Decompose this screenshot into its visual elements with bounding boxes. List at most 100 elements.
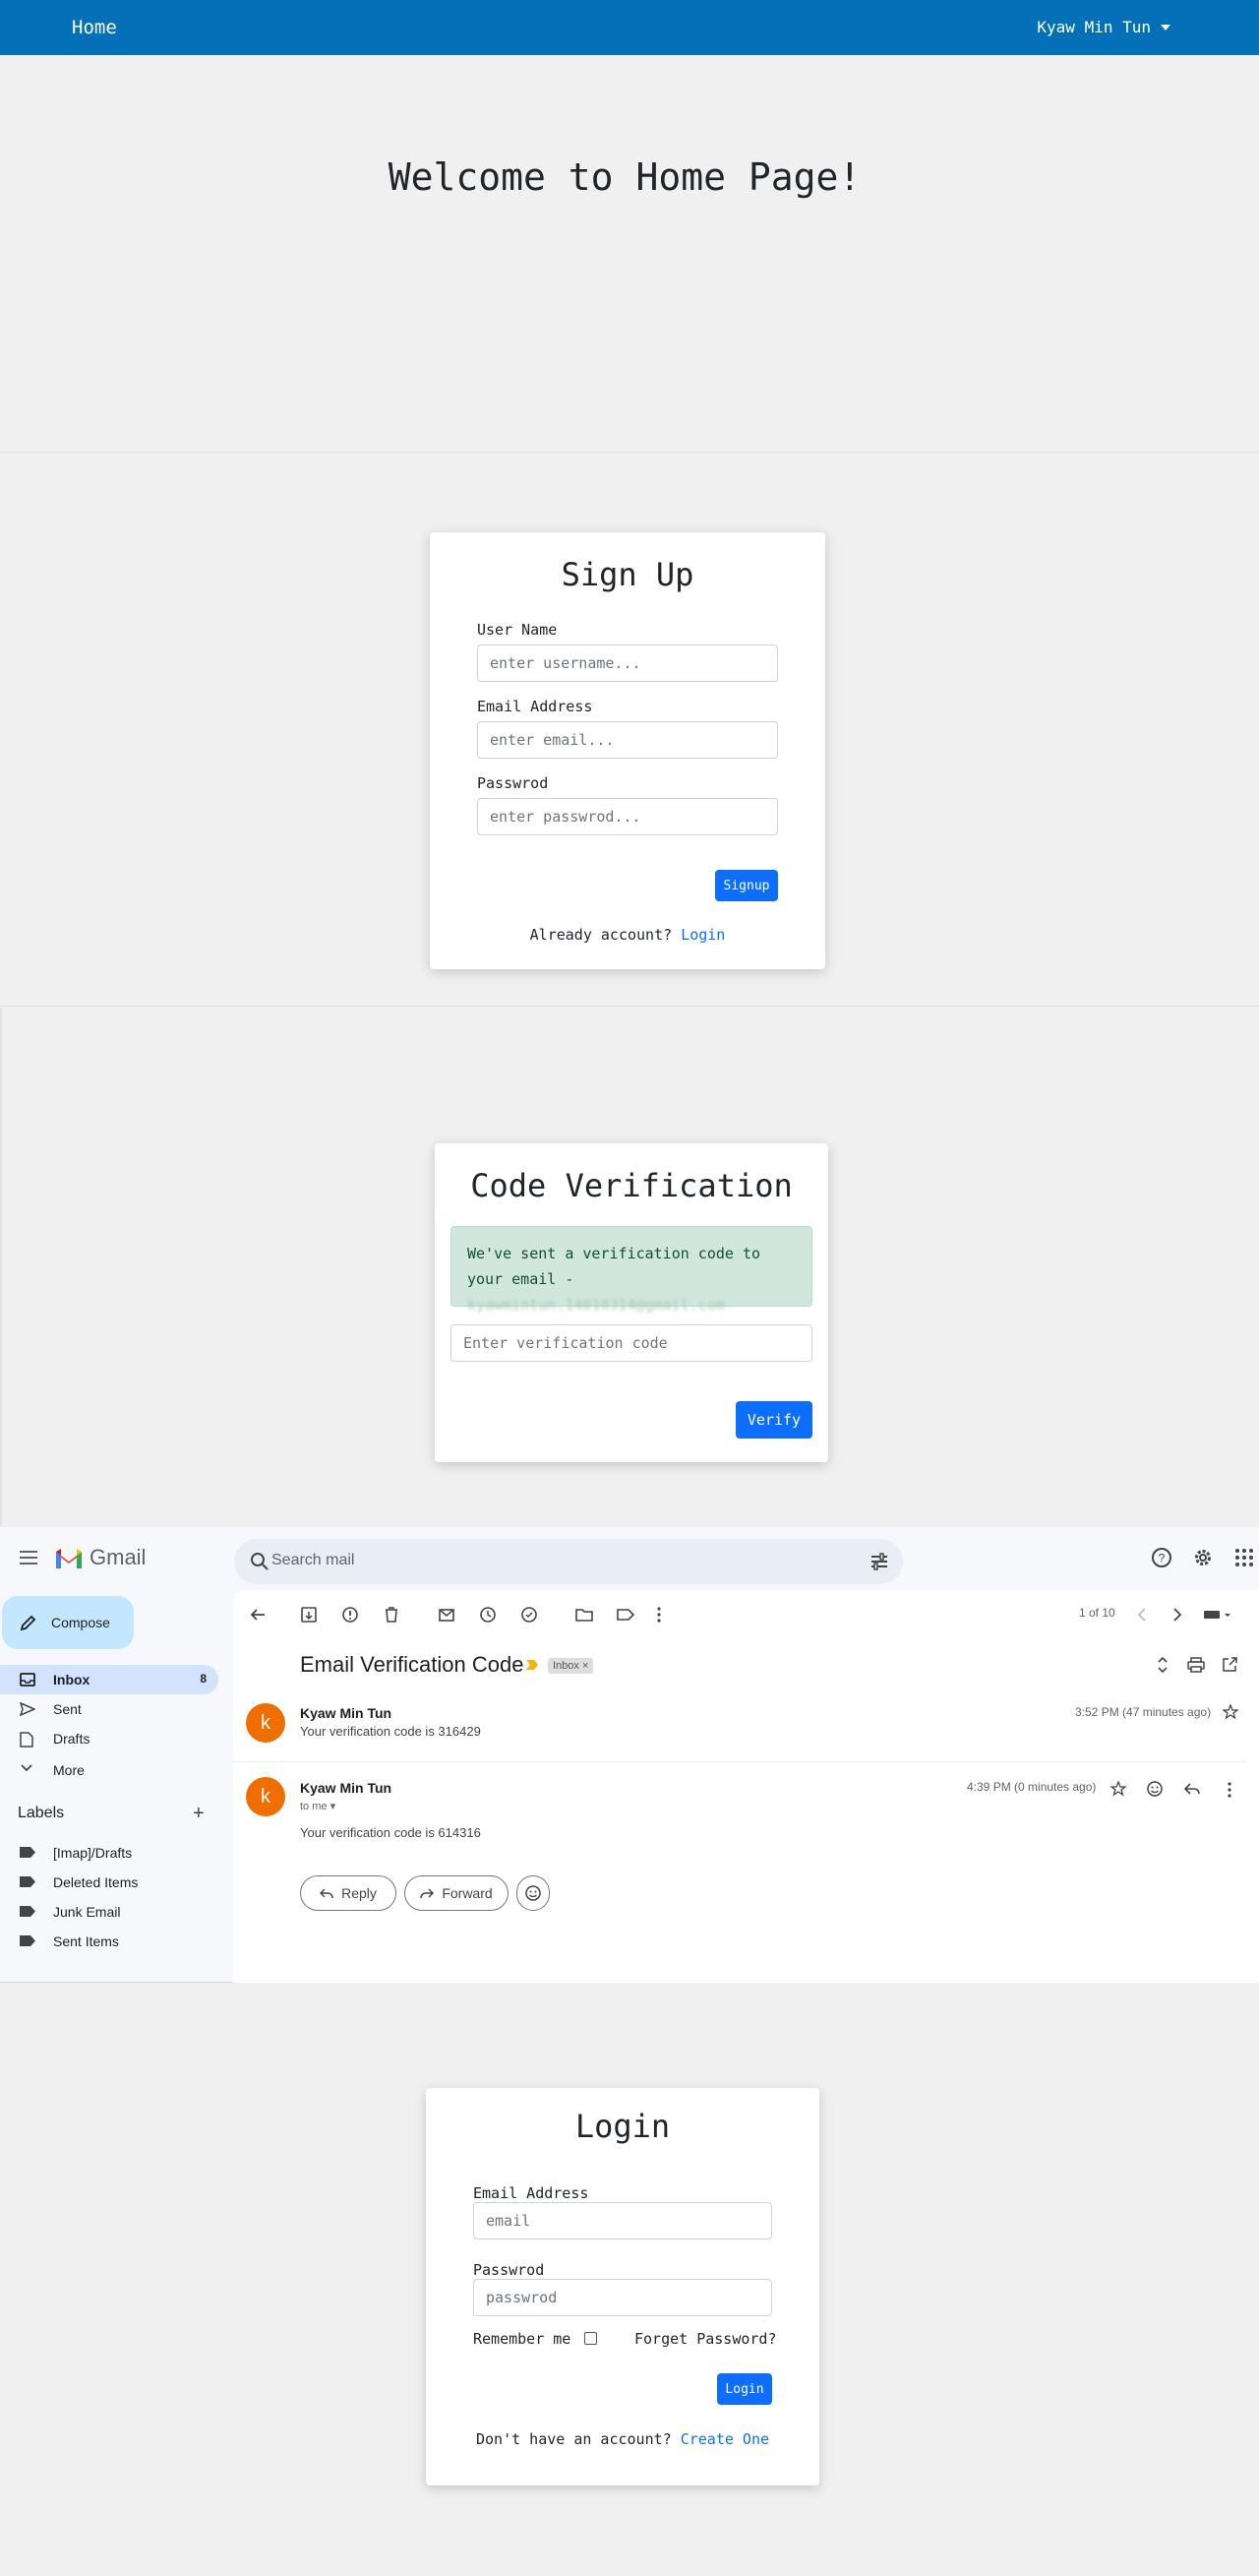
forward-icon	[420, 1888, 435, 1899]
label-item[interactable]: Deleted Items	[0, 1870, 218, 1895]
signup-title: Sign Up	[561, 556, 694, 593]
search-options-icon[interactable]	[869, 1552, 889, 1571]
signup-section: Sign Up User Name Email Address Passwrod…	[0, 454, 1259, 1007]
sidebar-item-sent[interactable]: Sent	[0, 1694, 218, 1724]
message-time: 3:52 PM (47 minutes ago)	[1075, 1705, 1212, 1719]
label-item[interactable]: Sent Items	[0, 1929, 218, 1954]
login-section: Login Email Address Passwrod Remember me…	[0, 1984, 1259, 2576]
welcome-heading: Welcome to Home Page!	[388, 155, 862, 199]
chip-close-icon[interactable]: ×	[582, 1660, 588, 1672]
compose-button[interactable]: Compose	[2, 1596, 134, 1649]
label-name: Sent Items	[53, 1933, 119, 1949]
print-icon[interactable]	[1187, 1656, 1205, 1674]
remember-me-checkbox[interactable]	[584, 2332, 597, 2345]
help-icon[interactable]: ?	[1151, 1547, 1172, 1568]
move-to-folder-icon[interactable]	[575, 1606, 593, 1624]
keyboard-input-icon[interactable]	[1203, 1606, 1232, 1624]
label-icon[interactable]	[617, 1606, 634, 1624]
star-icon[interactable]	[1223, 1704, 1238, 1720]
verification-code-input[interactable]	[450, 1324, 812, 1362]
gmail-section: Gmail Search mail ? Compose Inbox 8 Sent…	[0, 1527, 1259, 1983]
label-item[interactable]: [Imap]/Drafts	[0, 1840, 218, 1866]
user-menu-dropdown[interactable]: Kyaw Min Tun	[1037, 18, 1170, 36]
message-body: Your verification code is 614316	[300, 1825, 481, 1840]
reply-button[interactable]: Reply	[300, 1875, 396, 1911]
sidebar-item-label: Sent	[53, 1701, 82, 1717]
search-bar[interactable]: Search mail	[234, 1539, 903, 1584]
settings-gear-icon[interactable]	[1192, 1547, 1214, 1568]
sidebar-item-drafts[interactable]: Drafts	[0, 1724, 218, 1753]
forward-button[interactable]: Forward	[404, 1875, 509, 1911]
chevron-right-icon[interactable]	[1171, 1606, 1183, 1624]
gmail-logo[interactable]: Gmail	[54, 1545, 146, 1570]
message-snippet[interactable]: Your verification code is 316429	[300, 1724, 481, 1739]
navbar-brand[interactable]: Home	[72, 17, 117, 38]
avatar[interactable]: k	[246, 1777, 285, 1816]
login-link[interactable]: Login	[681, 926, 725, 944]
message-sender[interactable]: Kyaw Min Tun	[300, 1780, 391, 1796]
create-account-link[interactable]: Create One	[681, 2430, 769, 2448]
caret-down-icon: ▾	[330, 1801, 336, 1812]
sidebar-item-more[interactable]: More	[0, 1755, 218, 1785]
open-new-window-icon[interactable]	[1221, 1656, 1238, 1674]
password-label: Passwrod	[477, 774, 549, 792]
avatar[interactable]: k	[246, 1703, 285, 1743]
star-icon[interactable]	[1110, 1781, 1126, 1797]
labels-heading: Labels	[18, 1805, 65, 1821]
verify-section: Code Verification We've sent a verificat…	[0, 1008, 1259, 1526]
login-button[interactable]: Login	[717, 2373, 772, 2405]
email-input[interactable]	[473, 2202, 772, 2239]
email-subject: Email Verification Code	[300, 1652, 524, 1677]
message-sender[interactable]: Kyaw Min Tun	[300, 1705, 391, 1721]
username-input[interactable]	[477, 644, 778, 682]
back-arrow-icon[interactable]	[249, 1606, 267, 1624]
mark-unread-icon[interactable]	[438, 1606, 455, 1624]
add-label-icon[interactable]: +	[193, 1803, 205, 1825]
gmail-m-icon	[56, 1549, 82, 1568]
gmail-logo-text: Gmail	[90, 1545, 147, 1569]
reply-label: Reply	[341, 1885, 377, 1901]
message-divider	[233, 1761, 1246, 1762]
login-footer-text: Don't have an account?	[475, 2430, 672, 2448]
email-input[interactable]	[477, 721, 778, 759]
verify-button[interactable]: Verify	[736, 1401, 812, 1439]
delete-icon[interactable]	[383, 1606, 400, 1624]
add-task-icon[interactable]	[520, 1606, 538, 1624]
search-placeholder: Search mail	[271, 1552, 355, 1568]
expand-all-icon[interactable]	[1156, 1655, 1169, 1675]
recipient-details[interactable]: to me ▾	[300, 1800, 335, 1812]
emoji-react-icon[interactable]	[1146, 1780, 1164, 1798]
snooze-clock-icon[interactable]	[479, 1606, 497, 1624]
draft-icon	[20, 1732, 33, 1748]
chevron-left-icon[interactable]	[1136, 1606, 1148, 1624]
label-tag-icon	[20, 1935, 35, 1946]
archive-icon[interactable]	[300, 1606, 318, 1624]
reply-icon	[320, 1888, 333, 1899]
inbox-label-chip[interactable]: Inbox ×	[548, 1658, 594, 1674]
importance-marker-icon[interactable]	[525, 1659, 539, 1671]
main-menu-icon[interactable]	[20, 1551, 37, 1564]
more-vert-icon[interactable]	[1227, 1781, 1232, 1799]
search-icon[interactable]	[250, 1552, 270, 1571]
sidebar-item-inbox[interactable]: Inbox 8	[0, 1665, 218, 1694]
gmail-topbar: Gmail Search mail ?	[0, 1527, 1259, 1590]
unread-count: 8	[200, 1672, 207, 1686]
password-input[interactable]	[473, 2279, 772, 2316]
forgot-password-link[interactable]: Forget Password?	[634, 2330, 777, 2348]
label-name: [Imap]/Drafts	[53, 1845, 133, 1861]
label-item[interactable]: Junk Email	[0, 1899, 218, 1925]
emoji-button[interactable]	[516, 1875, 550, 1911]
user-menu-label: Kyaw Min Tun	[1037, 18, 1151, 36]
alert-email-redacted: kyawmintun.14010314@gmail.com	[467, 1296, 725, 1314]
apps-grid-icon[interactable]	[1233, 1547, 1255, 1568]
pencil-icon	[20, 1615, 36, 1631]
report-spam-icon[interactable]	[341, 1606, 359, 1624]
recipient-text: to me	[300, 1801, 328, 1812]
signup-button[interactable]: Signup	[715, 870, 778, 901]
emoji-icon	[525, 1885, 541, 1901]
reply-icon[interactable]	[1183, 1781, 1201, 1797]
email-label: Email Address	[473, 2184, 589, 2202]
password-input[interactable]	[477, 798, 778, 835]
chip-label: Inbox	[553, 1660, 579, 1672]
more-vert-icon[interactable]	[656, 1606, 662, 1624]
